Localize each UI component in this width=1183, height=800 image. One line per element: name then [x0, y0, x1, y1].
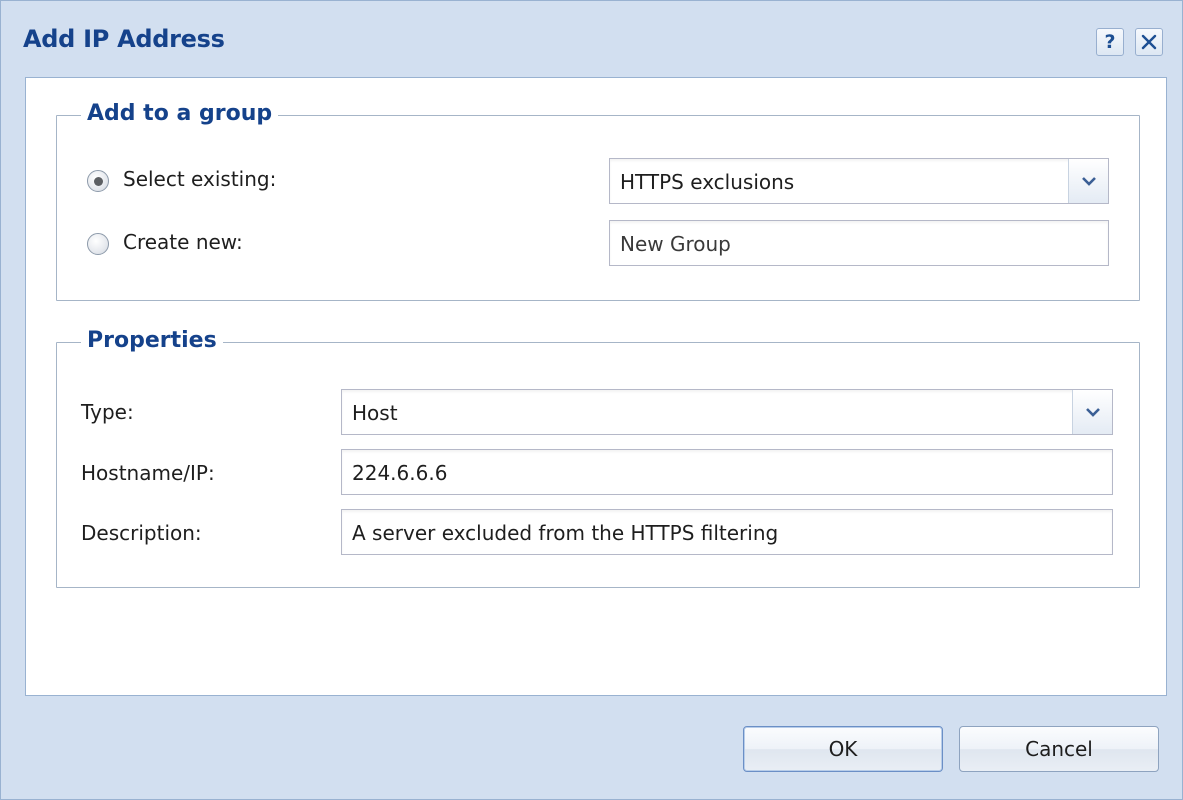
- new-group-placeholder: New Group: [620, 232, 731, 256]
- close-icon: [1141, 34, 1157, 50]
- type-value: Host: [352, 401, 398, 425]
- description-input[interactable]: A server excluded from the HTTPS filteri…: [341, 509, 1113, 555]
- type-dropdown-trigger[interactable]: [1072, 390, 1112, 434]
- new-group-input[interactable]: New Group: [609, 220, 1109, 266]
- cancel-button[interactable]: Cancel: [959, 726, 1159, 772]
- description-value: A server excluded from the HTTPS filteri…: [352, 521, 779, 545]
- ok-button[interactable]: OK: [743, 726, 943, 772]
- add-ip-address-dialog: Add IP Address ? Add to a group Select e…: [0, 0, 1183, 800]
- create-new-label[interactable]: Create new:: [123, 230, 243, 254]
- chevron-down-icon: [1085, 408, 1100, 417]
- add-to-group-fieldset: Add to a group Select existing: HTTPS ex…: [56, 98, 1140, 301]
- chevron-down-icon: [1081, 177, 1096, 186]
- description-label: Description:: [81, 521, 202, 545]
- close-button[interactable]: [1135, 28, 1163, 56]
- hostname-value: 224.6.6.6: [352, 461, 448, 485]
- create-new-radio[interactable]: [87, 233, 109, 255]
- existing-group-value: HTTPS exclusions: [620, 170, 795, 194]
- type-combo[interactable]: Host: [341, 389, 1113, 435]
- properties-legend: Properties: [81, 325, 223, 357]
- hostname-label: Hostname/IP:: [81, 461, 215, 485]
- help-button[interactable]: ?: [1096, 28, 1124, 56]
- select-existing-radio[interactable]: [87, 170, 109, 192]
- existing-group-combo[interactable]: HTTPS exclusions: [609, 158, 1109, 204]
- dialog-titlebar[interactable]: Add IP Address ?: [1, 1, 1182, 81]
- add-to-group-legend: Add to a group: [81, 98, 279, 130]
- properties-fieldset: Properties Type: Host Hostname/IP: 224.6…: [56, 325, 1140, 588]
- select-existing-label[interactable]: Select existing:: [123, 167, 276, 191]
- type-label: Type:: [81, 400, 134, 424]
- hostname-input[interactable]: 224.6.6.6: [341, 449, 1113, 495]
- dialog-body: Add to a group Select existing: HTTPS ex…: [25, 77, 1167, 696]
- help-icon: ?: [1104, 31, 1116, 53]
- existing-group-dropdown-trigger[interactable]: [1068, 159, 1108, 203]
- dialog-title: Add IP Address: [23, 25, 225, 53]
